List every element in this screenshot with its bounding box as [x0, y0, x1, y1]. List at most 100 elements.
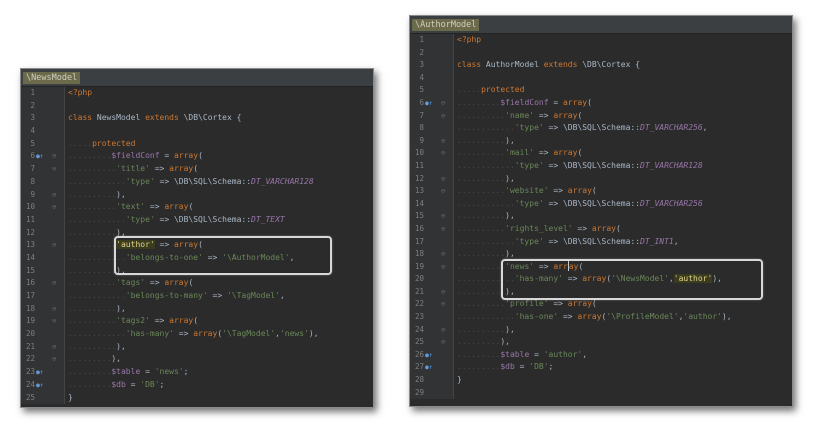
code-token: (	[591, 299, 597, 309]
file-tab-authormodel[interactable]: \AuthorModel	[412, 19, 480, 31]
code-line: 25}	[21, 392, 373, 405]
fold-icon[interactable]: ⊖	[441, 135, 450, 148]
code-token: }	[457, 375, 462, 385]
fold-icon[interactable]: ⊖	[52, 201, 61, 214]
code-text: ..........),	[457, 324, 515, 337]
code-token: => \DB\SQL\Schema::	[543, 236, 641, 246]
code-token: 'title'	[116, 164, 150, 174]
code-token: ),	[505, 211, 515, 221]
fold-icon[interactable]: ⊖	[441, 173, 450, 186]
line-number: 17	[414, 236, 424, 246]
code-text: ............'belongs-to-many' => '\TagMo…	[68, 290, 285, 303]
code-text: .....protected	[457, 84, 524, 97]
override-marker-icon[interactable]: ●↑	[36, 366, 48, 379]
line-number: 1	[419, 35, 424, 44]
fold-icon[interactable]: ⊖	[441, 185, 450, 198]
code-token: class	[68, 113, 97, 123]
line-number: 13	[414, 186, 424, 196]
code-token: ............	[68, 176, 126, 186]
override-marker-icon[interactable]: ●↑	[425, 349, 437, 362]
fold-icon[interactable]: ⊖	[441, 248, 450, 261]
code-line: 26 ●↑ .........$table = 'author',	[410, 349, 792, 362]
fold-icon[interactable]: ⊖	[52, 163, 61, 176]
file-tab-newsmodel[interactable]: \NewsModel	[23, 72, 81, 84]
line-number: 4	[30, 126, 35, 136]
code-token: =>	[534, 110, 554, 120]
fold-icon[interactable]: ⊖	[52, 150, 61, 163]
fold-icon[interactable]: ⊖	[441, 286, 450, 299]
fold-icon[interactable]: ⊖	[441, 261, 450, 274]
code-line: 20 ............'has-many' => array('\TagM…	[21, 328, 373, 341]
override-marker-icon[interactable]: ●↑	[425, 361, 437, 374]
code-token: ............	[457, 312, 515, 322]
fold-icon[interactable]: ⊖	[441, 210, 450, 223]
code-line: 8 ............'type' => \DB\SQL\Schema::D…	[21, 176, 373, 189]
code-token: ..........	[457, 135, 506, 145]
code-token: ..........	[68, 316, 117, 326]
code-text: ..........'website' => array(	[457, 185, 597, 198]
code-text: .........),	[457, 336, 510, 349]
override-marker-icon[interactable]: ●↑	[36, 379, 48, 392]
code-token: =	[140, 367, 155, 377]
code-token: =>	[145, 202, 165, 212]
code-token: => \DB\SQL\Schema::	[543, 198, 641, 208]
override-marker-icon[interactable]: ●↑	[425, 97, 437, 110]
line-number: 20	[414, 274, 424, 284]
code-token: ..........	[68, 202, 117, 212]
code-editor[interactable]: 1 <?php 2 3 class AuthorModel extends \DB\Co…	[410, 34, 792, 400]
code-text: }	[457, 374, 462, 387]
code-token: ,	[702, 123, 708, 133]
code-text: .........$fieldConf = array(	[457, 97, 592, 110]
code-token: NewsModel	[96, 113, 146, 123]
code-text: .........$db = 'DB';	[68, 379, 164, 392]
code-token: ............	[457, 198, 515, 208]
code-token: 'author'	[683, 312, 722, 322]
code-line: 22 ⊖.........),	[21, 353, 373, 366]
fold-icon[interactable]: ⊖	[52, 189, 61, 202]
code-token: => \DB\SQL\Schema::	[154, 176, 252, 186]
code-token: ),	[500, 337, 510, 347]
code-text: }	[68, 392, 73, 405]
editor-panel-authormodel: \AuthorModel 1 <?php 2 3 class AuthorModel e…	[409, 15, 793, 407]
code-token: =	[514, 362, 530, 372]
fold-icon[interactable]: ⊖	[441, 97, 450, 110]
code-token: array	[164, 202, 189, 212]
line-number: 10	[414, 148, 424, 158]
fold-icon[interactable]: ⊖	[441, 324, 450, 337]
code-token: protected	[481, 85, 525, 95]
code-token: (	[591, 186, 597, 196]
fold-icon[interactable]: ⊖	[52, 303, 61, 316]
code-token: array	[553, 148, 578, 158]
line-number: 28	[414, 375, 424, 385]
fold-icon[interactable]: ⊖	[52, 315, 61, 328]
code-token: 'name'	[505, 110, 535, 120]
code-line: 7 ⊖ ..........'title' => array(	[21, 163, 373, 176]
code-token: .........	[68, 354, 112, 364]
code-line: 1 <?php	[21, 87, 373, 100]
code-token: =	[548, 97, 563, 107]
code-line: 1 <?php	[410, 34, 792, 47]
code-token: ..........	[457, 173, 506, 183]
code-text: ..........'tags2' => array(	[68, 315, 198, 328]
code-line: 23 ............'has-one' => array('\Profi…	[410, 311, 792, 324]
code-text: ..........),	[457, 173, 515, 186]
code-token: 'tags'	[116, 278, 146, 288]
code-token: ..........	[68, 240, 117, 250]
fold-icon[interactable]: ⊖	[441, 223, 450, 236]
code-token: DT_VARCHAR128	[640, 160, 703, 170]
code-token: 'belongs-to-many'	[125, 291, 208, 300]
fold-icon[interactable]: ⊖	[52, 277, 61, 290]
code-text: ..........'tags' => array(	[68, 277, 193, 290]
fold-icon[interactable]: ⊖	[52, 341, 61, 354]
line-number: 27	[414, 362, 424, 372]
line-number: 14	[25, 252, 35, 262]
fold-icon[interactable]: ⊖	[441, 336, 450, 349]
fold-icon[interactable]: ⊖	[441, 147, 450, 160]
override-marker-icon[interactable]: ●↑	[36, 150, 48, 163]
fold-icon[interactable]: ⊖	[52, 353, 61, 366]
line-number: 18	[414, 249, 424, 259]
fold-icon[interactable]: ⊖	[441, 298, 450, 311]
fold-icon[interactable]: ⊖	[441, 110, 450, 123]
fold-icon[interactable]: ⊖	[52, 239, 61, 252]
editor-panel-newsmodel: \NewsModel 1 <?php 2 3 class NewsModel exten…	[20, 68, 374, 408]
